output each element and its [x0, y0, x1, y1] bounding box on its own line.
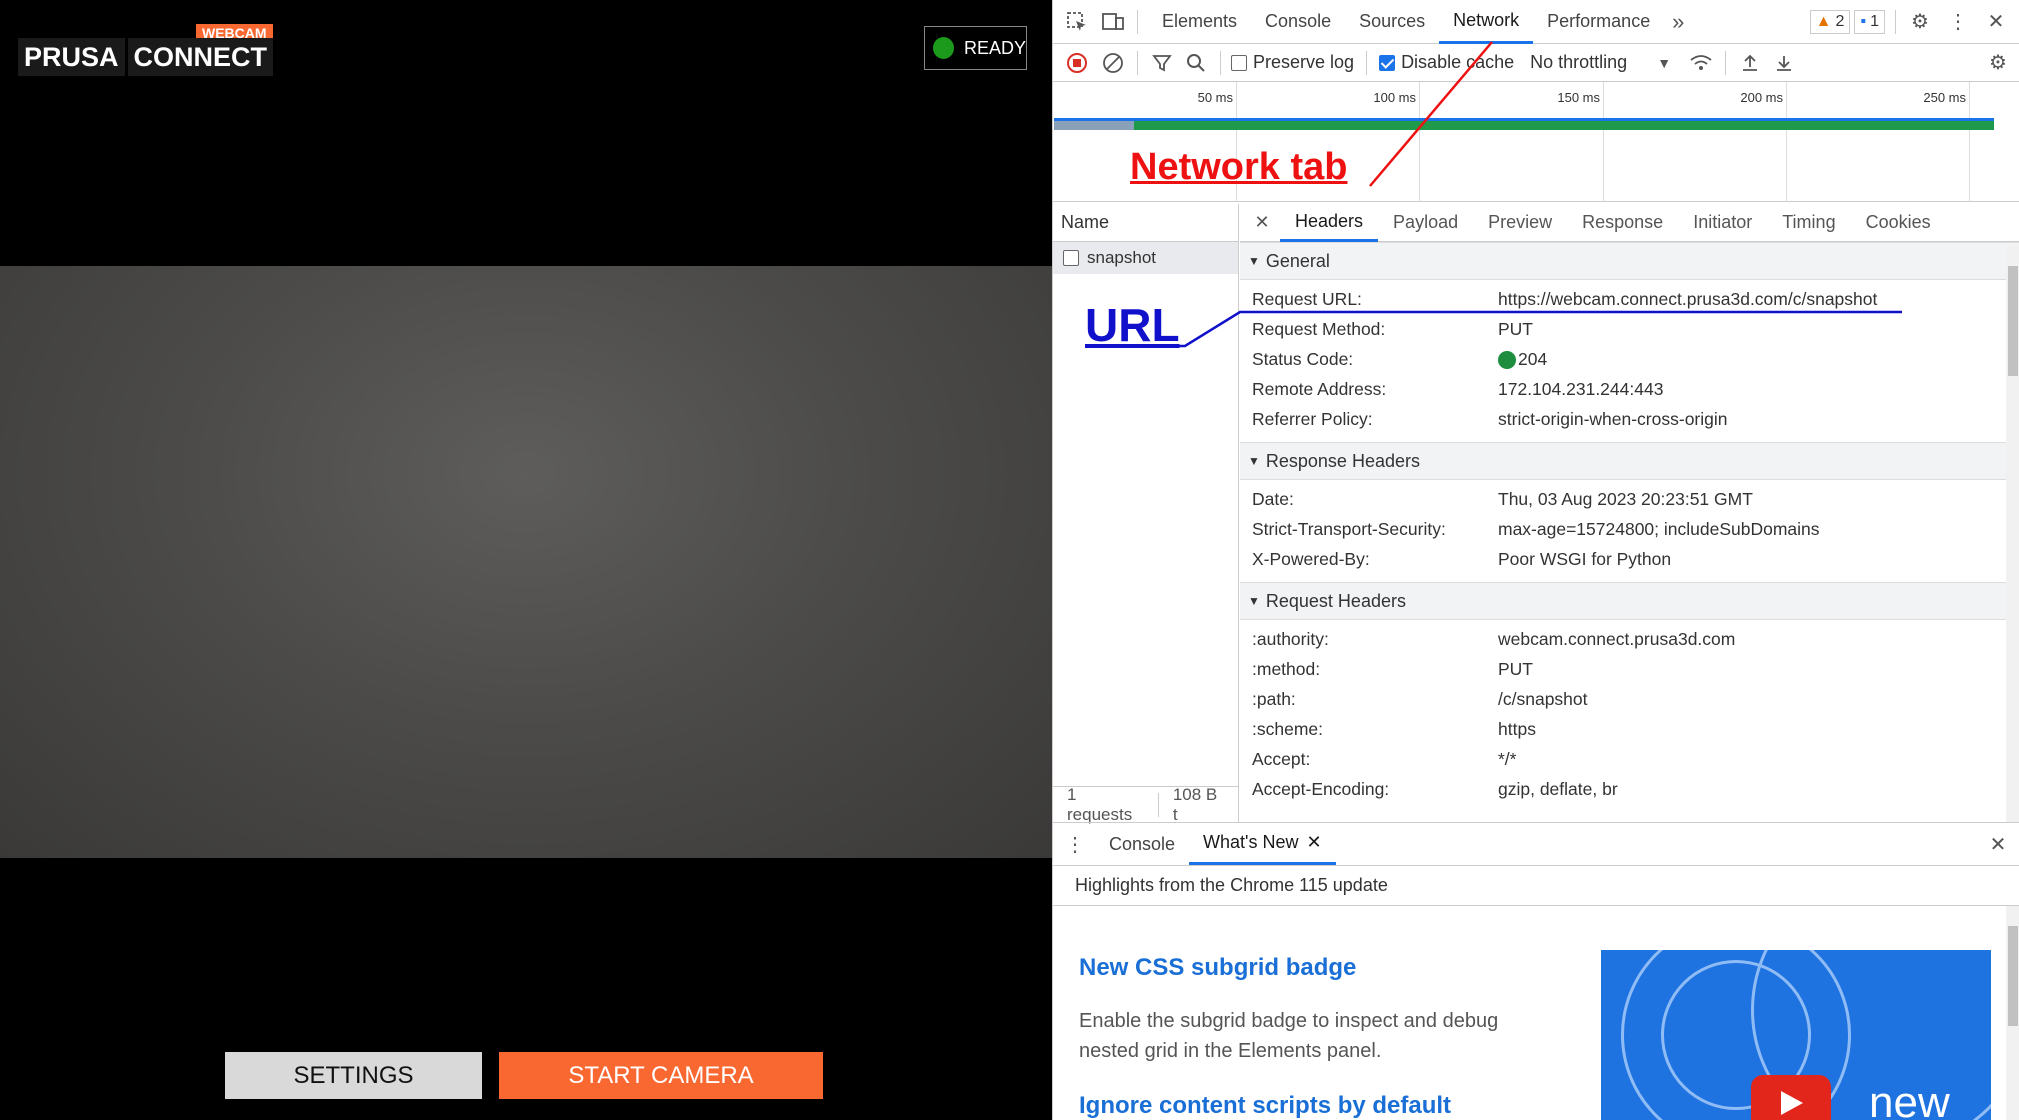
devtools-tabbar: Elements Console Sources Network Perform… — [1053, 0, 2019, 44]
request-detail-pane: ✕ Headers Payload Preview Response Initi… — [1240, 204, 2019, 822]
detail-tabbar: ✕ Headers Payload Preview Response Initi… — [1240, 204, 2019, 242]
webcam-app: WEBCAM PRUSA CONNECT READY SETTINGS STAR… — [0, 0, 1052, 1120]
gear-icon[interactable]: ⚙ — [1906, 8, 1934, 36]
header-row: Accept-Encoding: gzip, deflate, br — [1252, 778, 1618, 799]
drawer-scrollbar[interactable] — [2006, 906, 2019, 1120]
preserve-log-checkbox[interactable]: Preserve log — [1231, 52, 1354, 73]
network-tab-annotation: Network tab — [1130, 146, 1348, 188]
name-column-header[interactable]: Name — [1053, 204, 1238, 242]
dropdown-arrow-icon[interactable]: ▼ — [1657, 55, 1671, 71]
header-row: X-Powered-By: Poor WSGI for Python — [1252, 548, 1672, 569]
tab-performance[interactable]: Performance — [1533, 0, 1664, 44]
more-vertical-icon[interactable]: ⋮ — [1944, 8, 1972, 36]
triangle-down-icon: ▼ — [1248, 254, 1260, 268]
general-section-header[interactable]: ▼ General — [1240, 242, 2019, 280]
triangle-down-icon: ▼ — [1248, 594, 1260, 608]
play-video-icon — [1751, 1075, 1831, 1120]
tab-initiator[interactable]: Initiator — [1678, 204, 1767, 242]
request-summary: 1 requests 108 B t — [1053, 785, 1239, 824]
settings-button[interactable]: SETTINGS — [225, 1052, 482, 1099]
close-tab-icon[interactable]: ✕ — [1307, 832, 1322, 853]
request-headers-section: :authority: webcam.connect.prusa3d.com :m… — [1240, 620, 2019, 812]
messages-badge[interactable]: ▪ 1 — [1854, 9, 1885, 34]
request-list: Name snapshot 1 requests 108 B t — [1053, 204, 1239, 824]
header-row: Strict-Transport-Security: max-age=157248… — [1252, 518, 1820, 539]
tab-network[interactable]: Network — [1439, 0, 1534, 44]
tab-elements[interactable]: Elements — [1148, 0, 1251, 44]
import-har-icon[interactable] — [1736, 49, 1764, 77]
logo-word-prusa: PRUSA — [24, 41, 119, 72]
header-row: Accept: */* — [1252, 748, 1517, 769]
search-icon[interactable] — [1182, 49, 1210, 77]
tab-cookies[interactable]: Cookies — [1851, 204, 1946, 242]
network-conditions-icon[interactable] — [1687, 49, 1715, 77]
response-headers-section: Date: Thu, 03 Aug 2023 20:23:51 GMT Stric… — [1240, 480, 2019, 582]
triangle-down-icon: ▼ — [1248, 454, 1260, 468]
tab-console[interactable]: Console — [1251, 0, 1345, 44]
thumbnail-text: new — [1869, 1078, 1950, 1120]
camera-preview — [0, 266, 1052, 858]
warning-icon: ▲ — [1815, 12, 1832, 30]
tab-timing[interactable]: Timing — [1767, 204, 1850, 242]
request-url-value[interactable]: https://webcam.connect.prusa3d.com/c/sna… — [1498, 289, 1877, 310]
tab-response[interactable]: Response — [1567, 204, 1678, 242]
tab-preview[interactable]: Preview — [1473, 204, 1567, 242]
whats-new-subtitle: Highlights from the Chrome 115 update — [1053, 866, 2019, 906]
whats-new-video-thumbnail[interactable]: new — [1601, 950, 1991, 1120]
inspect-element-icon[interactable] — [1063, 8, 1091, 36]
drawer-tab-whats-new[interactable]: What's New ✕ — [1189, 823, 1336, 865]
whats-new-item-desc: Enable the subgrid badge to inspect and … — [1079, 1010, 1499, 1062]
clear-icon[interactable] — [1099, 49, 1127, 77]
message-icon: ▪ — [1860, 12, 1867, 30]
header-row: Request Method: PUT — [1252, 318, 1533, 339]
filter-icon[interactable] — [1148, 49, 1176, 77]
detail-scrollbar[interactable] — [2006, 246, 2019, 822]
status-indicator: READY — [924, 26, 1027, 70]
throttling-select[interactable]: No throttling — [1530, 52, 1627, 73]
header-row: :authority: webcam.connect.prusa3d.com — [1252, 628, 1736, 649]
general-section: Request URL: https://webcam.connect.prusa… — [1240, 280, 2019, 442]
request-type-icon — [1063, 250, 1079, 266]
request-headers-section-header[interactable]: ▼ Request Headers — [1240, 582, 2019, 620]
url-annotation: URL — [1085, 299, 1180, 351]
tab-headers[interactable]: Headers — [1280, 204, 1379, 242]
tab-payload[interactable]: Payload — [1378, 204, 1473, 242]
close-drawer-icon[interactable]: ✕ — [1984, 830, 2012, 858]
header-row: Remote Address: 172.104.231.244:443 — [1252, 378, 1664, 399]
chevron-double-right-icon[interactable]: » — [1664, 8, 1692, 36]
drawer-menu-icon[interactable]: ⋮ — [1061, 830, 1089, 858]
status-label: READY — [963, 37, 1026, 58]
drawer-tabbar: ⋮ Console What's New ✕ ✕ — [1053, 822, 2019, 866]
export-har-icon[interactable] — [1770, 49, 1798, 77]
header-row: Referrer Policy: strict-origin-when-cross… — [1252, 408, 1728, 429]
drawer-tab-console[interactable]: Console — [1095, 823, 1189, 865]
header-row: :method: PUT — [1252, 658, 1533, 679]
network-settings-gear-icon[interactable]: ⚙ — [1984, 49, 2012, 77]
close-detail-icon[interactable]: ✕ — [1248, 209, 1276, 237]
close-icon[interactable]: ✕ — [1982, 8, 2010, 36]
logo-word-connect: CONNECT — [133, 41, 268, 72]
status-ok-icon — [1498, 350, 1516, 369]
timeline-request-bar — [1054, 118, 1994, 130]
whats-new-content: New CSS subgrid badge Enable the subgrid… — [1053, 906, 2019, 1120]
whats-new-item-title[interactable]: New CSS subgrid badge — [1079, 954, 1356, 982]
header-row: :path:/c/snapshot — [1252, 688, 1588, 709]
header-row: :scheme: https — [1252, 718, 1536, 739]
response-headers-section-header[interactable]: ▼ Response Headers — [1240, 442, 2019, 480]
header-row: Status Code: 204 — [1252, 348, 1548, 369]
header-row: Request URL: https://webcam.connect.prusa… — [1252, 288, 1878, 310]
network-toolbar: Preserve log Disable cache No throttling… — [1053, 44, 2019, 82]
whats-new-item-title[interactable]: Ignore content scripts by default — [1079, 1092, 1451, 1120]
start-camera-button[interactable]: START CAMERA — [499, 1052, 823, 1099]
record-stop-icon[interactable] — [1063, 49, 1091, 77]
request-row-snapshot[interactable]: snapshot — [1053, 242, 1238, 274]
status-dot-icon — [933, 37, 954, 59]
warnings-badge[interactable]: ▲ 2 — [1809, 9, 1851, 34]
tab-sources[interactable]: Sources — [1345, 0, 1439, 44]
header-row: Date: Thu, 03 Aug 2023 20:23:51 GMT — [1252, 488, 1753, 509]
disable-cache-checkbox[interactable]: Disable cache — [1379, 52, 1514, 73]
device-toolbar-icon[interactable] — [1099, 8, 1127, 36]
